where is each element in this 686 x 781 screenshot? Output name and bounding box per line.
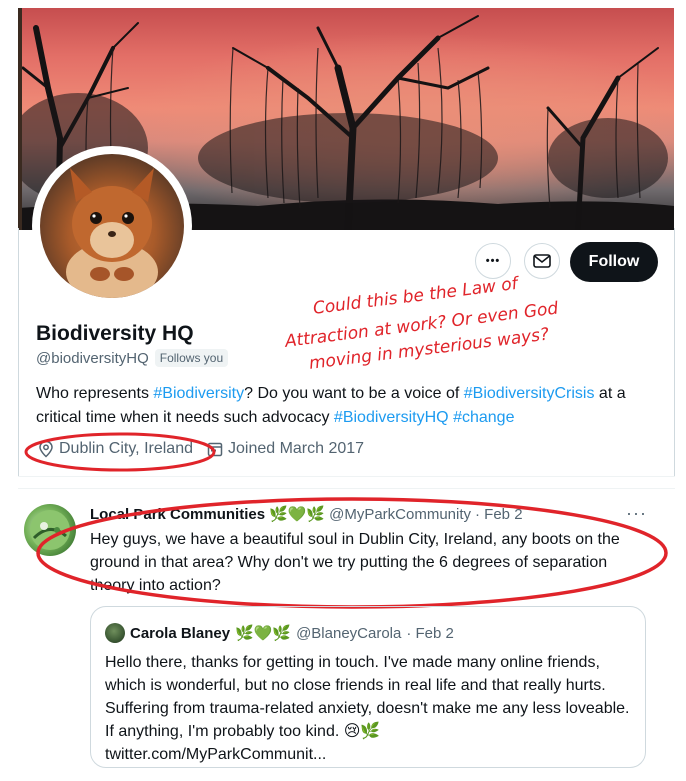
location-item: Dublin City, Ireland <box>38 440 193 458</box>
tweet-top-divider <box>18 488 675 489</box>
follows-you-badge: Follows you <box>154 349 229 367</box>
quoted-tweet-body: Hello there, thanks for getting in touch… <box>105 654 630 740</box>
quoted-tweet-link[interactable]: twitter.com/MyParkCommunit... <box>105 746 326 763</box>
squirrel-avatar-image <box>40 154 184 298</box>
tweet-author-name[interactable]: Local Park Communities <box>90 506 265 523</box>
tweet-author-handle[interactable]: @MyParkCommunity <box>329 506 471 523</box>
bio-text: Who represents <box>36 385 154 402</box>
profile-meta-row: Dublin City, Ireland Joined March 2017 <box>38 440 364 458</box>
hashtag-biodiversityhq[interactable]: #BiodiversityHQ <box>334 409 449 426</box>
tweet-date[interactable]: · Feb 2 <box>475 506 523 523</box>
quoted-author-name: Carola Blaney <box>130 624 231 642</box>
handle-row: @biodiversityHQ Follows you <box>36 349 229 367</box>
profile-bio: Who represents #Biodiversity? Do you wan… <box>36 382 656 430</box>
tweet-text: Hey guys, we have a beautiful soul in Du… <box>90 531 620 594</box>
location-pin-icon <box>39 440 53 458</box>
quoted-tweet-card[interactable]: Carola Blaney 🌿💚🌿 @BlaneyCarola · Feb 2 … <box>90 606 646 768</box>
joined-text: Joined March 2017 <box>227 440 365 457</box>
profile-name: Biodiversity HQ <box>36 322 194 345</box>
leaf-heart-emoji: 🌿💚🌿 <box>235 625 292 642</box>
hashtag-change[interactable]: #change <box>453 409 514 426</box>
calendar-icon <box>207 442 223 457</box>
bio-text: ? Do you want to be a voice of <box>244 385 464 402</box>
quoted-tweet-header: Carola Blaney 🌿💚🌿 @BlaneyCarola · Feb 2 <box>105 623 454 643</box>
follow-button[interactable]: Follow <box>570 242 658 282</box>
quoted-author-avatar <box>105 623 125 643</box>
more-options-button[interactable]: ••• <box>475 243 511 279</box>
profile-avatar[interactable] <box>36 150 188 302</box>
tweet-header: Local Park Communities 🌿💚🌿 @MyParkCommun… <box>90 505 523 524</box>
quoted-tweet-date: · Feb 2 <box>406 624 454 642</box>
profile-bottom-divider <box>18 476 675 477</box>
tweet-author-avatar[interactable] <box>24 504 76 556</box>
message-button[interactable] <box>524 243 560 279</box>
envelope-icon <box>533 254 551 268</box>
profile-handle: @biodiversityHQ <box>36 349 149 367</box>
location-text: Dublin City, Ireland <box>59 440 193 457</box>
more-dots-icon: ••• <box>485 255 501 267</box>
quoted-author-handle: @BlaneyCarola <box>296 624 402 642</box>
frame-left-border <box>18 228 19 476</box>
tweet-more-button[interactable]: ··· <box>626 503 647 524</box>
hashtag-biodiversity[interactable]: #Biodiversity <box>153 385 244 402</box>
leaf-heart-emoji: 🌿💚🌿 <box>269 506 326 523</box>
frame-right-border <box>674 228 675 476</box>
hashtag-biodiversitycrisis[interactable]: #BiodiversityCrisis <box>464 385 595 402</box>
quoted-tweet-text: Hello there, thanks for getting in touch… <box>105 651 635 766</box>
joined-item: Joined March 2017 <box>207 440 364 458</box>
